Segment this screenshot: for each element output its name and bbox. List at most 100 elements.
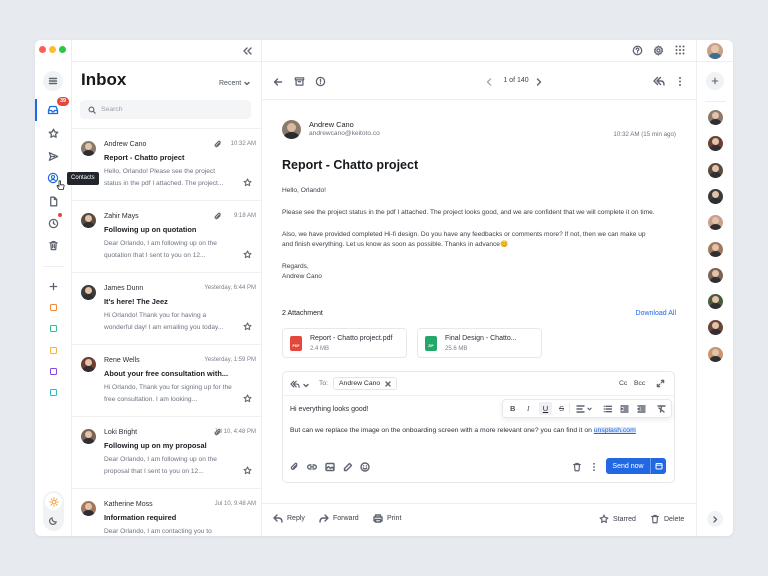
schedule-send-button[interactable] — [650, 458, 666, 474]
contact-avatar[interactable] — [708, 162, 723, 178]
minimize-window-dot[interactable] — [49, 46, 56, 53]
attach-file-icon[interactable] — [290, 462, 299, 472]
reply-all-icon[interactable] — [653, 76, 665, 87]
contact-avatar[interactable] — [708, 241, 723, 257]
expand-icon[interactable] — [656, 379, 665, 388]
compose-line-1[interactable]: Hi everything looks good! — [290, 406, 369, 413]
label-green[interactable] — [50, 325, 57, 332]
attachment-card-zip[interactable]: ZIP Final Design - Chatto... 25.6 MB — [417, 328, 542, 358]
contact-avatar[interactable] — [708, 215, 723, 231]
star-toggle[interactable] — [243, 178, 252, 187]
sort-dropdown[interactable]: Recent — [219, 80, 250, 87]
reply-button[interactable]: Reply — [273, 514, 305, 523]
expand-rail-button[interactable] — [707, 511, 723, 527]
menu-button[interactable] — [43, 71, 63, 91]
outdent-icon[interactable] — [637, 405, 646, 413]
message-list-item[interactable]: Rene Wells Yesterday, 1:59 PM About your f… — [72, 345, 261, 417]
more-options-icon[interactable] — [678, 76, 682, 87]
message-list-item[interactable]: James Dunn Yesterday, 6:44 PM It's here! T… — [72, 273, 261, 345]
send-now-button[interactable]: Send now — [606, 458, 666, 474]
documents-nav-button[interactable] — [43, 191, 63, 211]
add-contact-button[interactable] — [706, 72, 724, 90]
underline-button[interactable]: U — [539, 402, 552, 415]
starred-button[interactable]: Starred — [599, 514, 636, 524]
contact-avatar[interactable] — [708, 294, 723, 310]
discard-draft-icon[interactable] — [572, 462, 582, 472]
reply-type-icon[interactable] — [290, 380, 300, 389]
indent-icon[interactable] — [620, 405, 629, 413]
message-list-item[interactable]: Loki Bright Jul 10, 4:48 PM Following up o… — [72, 417, 261, 489]
image-icon[interactable] — [325, 462, 335, 472]
help-icon[interactable] — [632, 45, 643, 56]
link-icon[interactable] — [307, 463, 317, 471]
search-icon — [88, 105, 96, 114]
download-all-link[interactable]: Download All — [636, 310, 676, 317]
star-toggle[interactable] — [243, 250, 252, 259]
contact-avatar[interactable] — [708, 136, 723, 152]
trash-nav-button[interactable] — [43, 235, 63, 255]
archive-icon[interactable] — [294, 76, 305, 87]
label-yellow[interactable] — [50, 347, 57, 354]
send-label: Send now — [612, 462, 644, 470]
pointer-cursor-icon — [56, 180, 65, 190]
align-icon[interactable] — [576, 405, 585, 413]
label-purple[interactable] — [50, 368, 57, 375]
bullet-list-icon[interactable] — [603, 405, 612, 413]
bold-button[interactable]: B — [510, 404, 515, 413]
label-teal[interactable] — [50, 389, 57, 396]
next-message-icon[interactable] — [536, 78, 542, 86]
theme-toggle[interactable] — [43, 491, 64, 531]
user-avatar[interactable] — [707, 43, 723, 59]
report-icon[interactable] — [315, 76, 326, 87]
emoji-icon[interactable] — [360, 462, 370, 472]
bcc-button[interactable]: Bcc — [634, 380, 645, 387]
dark-mode-button[interactable] — [45, 512, 62, 529]
contact-avatar[interactable] — [708, 267, 723, 283]
attachment-card-pdf[interactable]: PDF Report - Chatto project.pdf 2.4 MB — [282, 328, 407, 358]
star-toggle[interactable] — [243, 394, 252, 403]
search-input[interactable]: Search — [101, 106, 123, 113]
label-orange[interactable] — [50, 304, 57, 311]
body-greeting: Hello, Orlando! — [282, 187, 326, 194]
remove-recipient-icon[interactable] — [385, 380, 391, 387]
compose-line-2[interactable]: But can we replace the image on the onbo… — [290, 427, 636, 434]
star-toggle[interactable] — [243, 322, 252, 331]
recipient-chip[interactable]: Andrew Cano — [333, 377, 398, 390]
italic-button[interactable]: I — [527, 404, 530, 413]
contact-avatar[interactable] — [708, 320, 723, 336]
compose-link[interactable]: unsplash.com — [593, 427, 636, 434]
chevron-right-icon — [712, 515, 717, 523]
message-list-item[interactable]: Katherine Moss Jul 10, 9:48 AM Information… — [72, 489, 261, 536]
print-button[interactable]: Print — [373, 514, 401, 523]
forward-label: Forward — [333, 515, 359, 522]
toolbar-separator — [569, 403, 570, 414]
star-toggle[interactable] — [243, 466, 252, 475]
contact-avatar[interactable] — [708, 188, 723, 204]
close-window-dot[interactable] — [39, 46, 46, 53]
pen-icon[interactable] — [343, 462, 353, 472]
collapse-panel-icon[interactable] — [242, 47, 252, 55]
previous-message-icon[interactable] — [486, 78, 492, 86]
apps-grid-icon[interactable] — [675, 45, 685, 55]
chevron-down-icon[interactable] — [587, 407, 592, 411]
cc-button[interactable]: Cc — [619, 380, 627, 387]
delete-button[interactable]: Delete — [650, 514, 684, 524]
message-list-item[interactable]: Andrew Cano 10:32 AM Report - Chatto proje… — [72, 129, 261, 201]
compose-more-icon[interactable] — [592, 462, 596, 472]
contact-avatar[interactable] — [708, 110, 723, 125]
add-label-button[interactable] — [43, 276, 63, 296]
light-mode-button[interactable] — [45, 493, 62, 510]
strikethrough-button[interactable]: S — [559, 404, 564, 413]
send-icon — [48, 151, 58, 161]
back-arrow-icon[interactable] — [273, 77, 283, 87]
maximize-window-dot[interactable] — [59, 46, 66, 53]
forward-button[interactable]: Forward — [319, 514, 359, 523]
clear-format-icon[interactable] — [657, 405, 666, 413]
starred-nav-button[interactable] — [43, 123, 63, 143]
chevron-down-icon[interactable] — [303, 383, 309, 388]
sent-nav-button[interactable] — [43, 146, 63, 166]
settings-gear-icon[interactable] — [653, 45, 664, 56]
message-list-item[interactable]: Zahir Mays 9:18 AM Following up on quotati… — [72, 201, 261, 273]
contact-avatar[interactable] — [708, 346, 723, 362]
search-box[interactable]: Search — [80, 100, 251, 119]
